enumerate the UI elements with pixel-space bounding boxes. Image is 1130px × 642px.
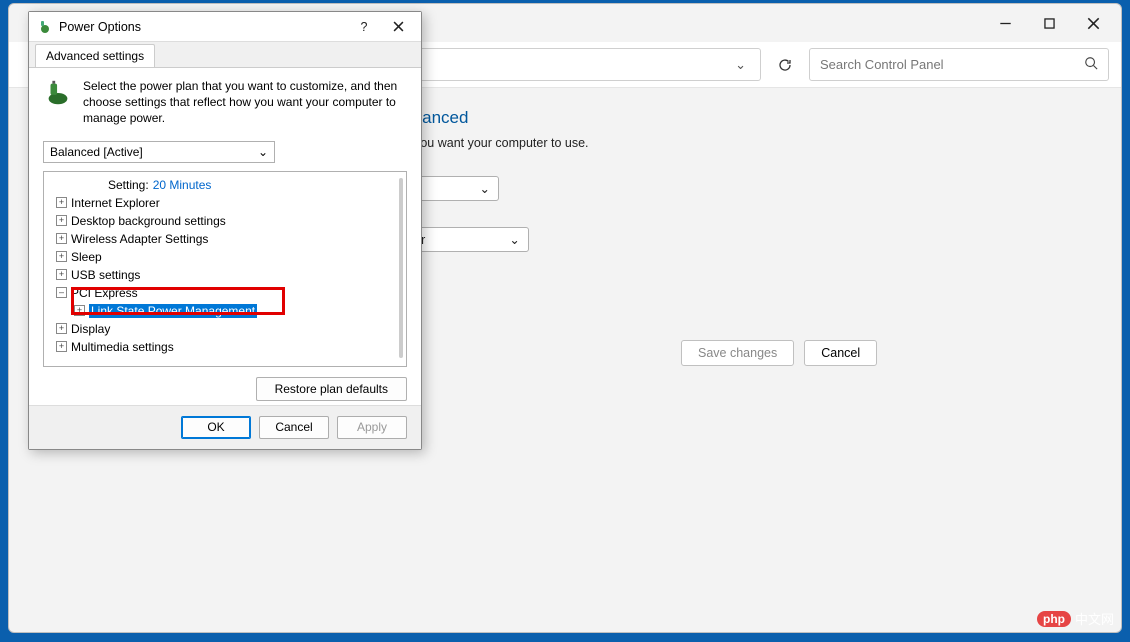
settings-tree[interactable]: Setting: 20 Minutes + Internet Explorer + D… bbox=[43, 171, 407, 367]
expand-icon[interactable]: + bbox=[56, 233, 67, 244]
tree-item[interactable]: –PCI Express bbox=[46, 284, 404, 302]
help-button[interactable]: ? bbox=[347, 14, 381, 40]
tree-item[interactable]: + USB settings bbox=[46, 266, 404, 284]
watermark-badge: php bbox=[1037, 611, 1071, 627]
watermark: php 中文网 bbox=[1037, 609, 1114, 628]
refresh-button[interactable] bbox=[771, 51, 799, 79]
plan-select[interactable]: Balanced [Active] ⌄ bbox=[43, 141, 275, 163]
search-placeholder: Search Control Panel bbox=[820, 57, 944, 72]
advanced-settings-link[interactable]: …tings bbox=[321, 280, 1085, 294]
tree-item[interactable]: + Wireless Adapter Settings bbox=[46, 230, 404, 248]
tab-row: Advanced settings bbox=[29, 42, 421, 67]
tree-item-label: Desktop background settings bbox=[71, 214, 226, 228]
search-input[interactable]: Search Control Panel bbox=[809, 48, 1109, 81]
tree-item-label: PCI Express bbox=[71, 286, 138, 300]
chevron-down-icon[interactable]: ⌄ bbox=[729, 57, 752, 73]
chevron-down-icon: ⌄ bbox=[509, 232, 519, 247]
ok-button[interactable]: OK bbox=[181, 416, 251, 439]
tree-item[interactable]: + Desktop background settings bbox=[46, 212, 404, 230]
tree-item-label: USB settings bbox=[71, 268, 140, 282]
tree-item[interactable]: + Multimedia settings bbox=[46, 338, 404, 356]
dialog-title: Power Options bbox=[59, 20, 141, 34]
link-group: …tings …his plan bbox=[321, 280, 1085, 320]
cancel-button[interactable]: Cancel bbox=[259, 416, 329, 439]
dialog-description: Select the power plan that you want to c… bbox=[83, 78, 407, 127]
tree-item[interactable]: + Link State Power Management bbox=[46, 302, 404, 320]
expand-icon[interactable]: + bbox=[56, 341, 67, 352]
tree-item-label: Link State Power Management bbox=[89, 304, 257, 318]
close-button[interactable] bbox=[381, 14, 415, 40]
tree-item-label: Multimedia settings bbox=[71, 340, 174, 354]
expand-icon[interactable]: + bbox=[56, 269, 67, 280]
cancel-button[interactable]: Cancel bbox=[804, 340, 877, 366]
page-title: …le plan: Balanced bbox=[321, 108, 1085, 128]
expand-icon[interactable]: + bbox=[56, 323, 67, 334]
tree-item-label: Display bbox=[71, 322, 110, 336]
restore-defaults-link[interactable]: …his plan bbox=[321, 306, 1085, 320]
dialog-titlebar: Power Options ? bbox=[29, 12, 421, 42]
restore-row: Restore plan defaults bbox=[43, 377, 407, 401]
button-row: Save changes Cancel bbox=[681, 340, 1085, 366]
search-icon[interactable] bbox=[1084, 56, 1098, 73]
expand-icon[interactable]: + bbox=[74, 305, 85, 316]
power-options-dialog: Power Options ? Advanced settings Select… bbox=[28, 11, 422, 450]
form-row: …ep: 1 hour ⌄ bbox=[321, 227, 1085, 252]
expand-icon[interactable]: + bbox=[56, 215, 67, 226]
expand-icon[interactable]: + bbox=[56, 197, 67, 208]
setting-label: Setting: bbox=[108, 178, 149, 192]
chevron-down-icon: ⌄ bbox=[480, 181, 490, 196]
watermark-text: 中文网 bbox=[1075, 609, 1114, 628]
tree-item-label: Wireless Adapter Settings bbox=[71, 232, 208, 246]
close-button[interactable] bbox=[1071, 8, 1115, 38]
tab-advanced-settings[interactable]: Advanced settings bbox=[35, 44, 155, 67]
expand-icon[interactable]: + bbox=[56, 251, 67, 262]
dialog-body: Select the power plan that you want to c… bbox=[29, 67, 421, 405]
power-icon bbox=[37, 19, 53, 35]
maximize-button[interactable] bbox=[1027, 8, 1071, 38]
form-row: 5 minutes ⌄ bbox=[321, 176, 1085, 201]
tree-item[interactable]: + Sleep bbox=[46, 248, 404, 266]
setting-value: 20 Minutes bbox=[153, 178, 212, 192]
minimize-button[interactable] bbox=[983, 8, 1027, 38]
dialog-description-row: Select the power plan that you want to c… bbox=[43, 78, 407, 127]
dialog-footer: OK Cancel Apply bbox=[29, 405, 421, 449]
tree-item-label: Internet Explorer bbox=[71, 196, 160, 210]
tree-item-label: Sleep bbox=[71, 250, 102, 264]
restore-defaults-button[interactable]: Restore plan defaults bbox=[256, 377, 407, 401]
tree-item[interactable]: + Display bbox=[46, 320, 404, 338]
battery-icon bbox=[43, 78, 73, 108]
scrollbar[interactable] bbox=[399, 178, 403, 358]
save-changes-button[interactable]: Save changes bbox=[681, 340, 794, 366]
tree-item[interactable]: + Internet Explorer bbox=[46, 194, 404, 212]
page-subtitle: …y settings that you want your computer … bbox=[321, 136, 1085, 150]
apply-button[interactable]: Apply bbox=[337, 416, 407, 439]
collapse-icon[interactable]: – bbox=[56, 287, 67, 298]
tree-setting-row: Setting: 20 Minutes bbox=[46, 176, 404, 194]
chevron-down-icon: ⌄ bbox=[258, 145, 268, 159]
